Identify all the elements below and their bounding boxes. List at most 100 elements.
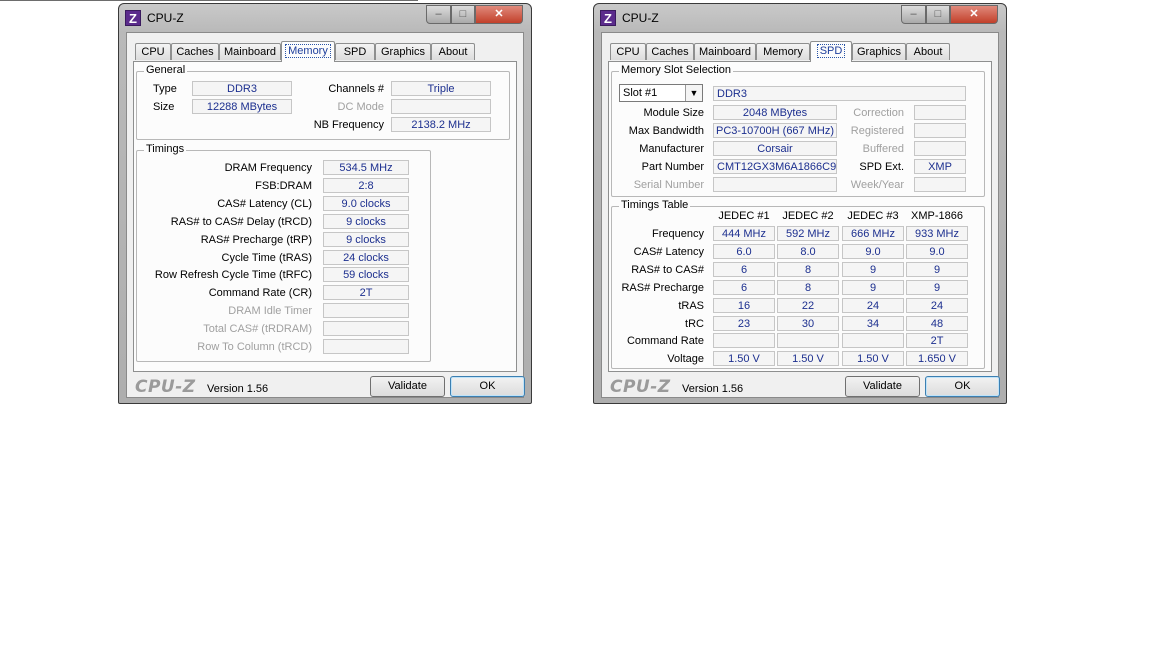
timings-cell: 8	[777, 261, 839, 277]
week-year-label: Week/Year	[850, 179, 904, 191]
buffered-label: Buffered	[862, 143, 904, 155]
tab-graphics[interactable]: Graphics	[852, 43, 906, 60]
timings-cell: 592 MHz	[777, 226, 839, 241]
module-size-value: 2048 MBytes	[713, 105, 837, 120]
slot-dropdown[interactable]: Slot #1 ▼	[619, 84, 703, 102]
title-bar[interactable]: Z CPU-Z – □ ✕	[594, 4, 1006, 32]
tab-memory[interactable]: Memory	[756, 43, 810, 60]
spd-ext-label: SPD Ext.	[859, 161, 904, 173]
timings-column-header: JEDEC #2	[782, 210, 834, 222]
timings-cell: 444 MHz	[713, 226, 775, 241]
timing-value: 9.0 clocks	[323, 195, 409, 211]
timings-cell: 8	[777, 279, 839, 295]
window-client: CPU Caches Mainboard Memory SPD Graphics…	[601, 32, 1000, 398]
ok-button[interactable]: OK	[925, 376, 1000, 397]
timings-row-label: Voltage	[667, 353, 704, 366]
timing-value: 9 clocks	[323, 231, 409, 247]
timings-cell: 1.50 V	[713, 351, 775, 367]
tab-spd[interactable]: SPD	[335, 43, 375, 60]
tab-graphics[interactable]: Graphics	[375, 43, 431, 60]
timings-cell: 1.50 V	[777, 351, 839, 367]
timings-cell: 22	[777, 297, 839, 313]
module-size-label: Module Size	[643, 107, 704, 119]
validate-button[interactable]: Validate	[370, 376, 445, 397]
tab-memory[interactable]: Memory	[281, 41, 335, 62]
tab-mainboard[interactable]: Mainboard	[694, 43, 756, 60]
timing-label: DRAM Frequency	[224, 162, 312, 174]
tab-about[interactable]: About	[431, 43, 475, 60]
cpuz-app-icon: Z	[600, 10, 616, 26]
tab-caches[interactable]: Caches	[646, 43, 694, 60]
nb-frequency-value: 2138.2 MHz	[391, 117, 491, 132]
cpuz-window-spd: Z CPU-Z – □ ✕ CPU Caches Mainboard Memor…	[593, 3, 1007, 404]
correction-label: Correction	[853, 107, 904, 119]
timings-cell: 16	[713, 297, 775, 313]
type-label: Type	[153, 83, 177, 95]
timing-label: Cycle Time (tRAS)	[221, 251, 312, 264]
timing-label: Total CAS# (tRDRAM)	[203, 323, 312, 336]
timing-value	[323, 303, 409, 319]
chevron-down-icon: ▼	[685, 85, 702, 101]
validate-button[interactable]: Validate	[845, 376, 920, 397]
cpuz-logo: CPU-Z	[610, 377, 671, 397]
tab-caches[interactable]: Caches	[171, 43, 219, 60]
timing-label: CAS# Latency (CL)	[217, 197, 312, 210]
part-number-label: Part Number	[641, 161, 704, 173]
max-bandwidth-value: PC3-10700H (667 MHz)	[713, 123, 837, 138]
tab-cpu[interactable]: CPU	[135, 43, 171, 60]
window-title: CPU-Z	[147, 11, 184, 25]
ok-button[interactable]: OK	[450, 376, 525, 397]
dcmode-value	[391, 99, 491, 114]
timings-cell: 933 MHz	[906, 226, 968, 241]
maximize-button[interactable]: □	[926, 5, 950, 24]
minimize-button[interactable]: –	[426, 5, 451, 24]
timing-label: Row To Column (tRCD)	[197, 341, 312, 353]
memory-tab-panel: General Type DDR3 Size 12288 MBytes Chan…	[133, 61, 517, 372]
timing-label: Command Rate (CR)	[208, 287, 312, 300]
timings-cell: 6.0	[713, 243, 775, 259]
manufacturer-value: Corsair	[713, 141, 837, 156]
timings-cell	[777, 333, 839, 349]
timings-table-title: Timings Table	[619, 199, 691, 211]
window-client: CPU Caches Mainboard Memory SPD Graphics…	[126, 32, 525, 398]
title-bar[interactable]: Z CPU-Z – □ ✕	[119, 4, 531, 32]
dcmode-label: DC Mode	[337, 101, 384, 113]
tab-spd[interactable]: SPD	[810, 41, 852, 62]
close-button[interactable]: ✕	[475, 5, 523, 24]
tab-mainboard[interactable]: Mainboard	[219, 43, 281, 60]
timing-value: 9 clocks	[323, 213, 409, 229]
timings-cell: 9	[906, 261, 968, 277]
spd-tab-panel: Memory Slot Selection Slot #1 ▼ DDR3 Mod…	[608, 61, 992, 372]
timings-row-label: Command Rate	[626, 335, 704, 348]
timing-label: DRAM Idle Timer	[228, 305, 312, 318]
timings-cell: 30	[777, 315, 839, 331]
version-text: Version 1.56	[682, 383, 744, 395]
buffered-value	[914, 141, 966, 156]
timings-row-label: Frequency	[652, 228, 704, 240]
timings-row-label: tRAS	[678, 299, 704, 312]
slot-dropdown-value: Slot #1	[623, 87, 658, 99]
close-button[interactable]: ✕	[950, 5, 998, 24]
timings-row-label: tRC	[685, 317, 704, 330]
tab-cpu[interactable]: CPU	[610, 43, 646, 60]
cpuz-logo: CPU-Z	[135, 377, 196, 397]
timings-cell: 9	[906, 279, 968, 295]
minimize-button[interactable]: –	[901, 5, 926, 24]
timings-cell	[713, 333, 775, 349]
timings-cell: 1.650 V	[906, 351, 968, 367]
timings-column-header: XMP-1866	[911, 210, 963, 222]
tab-about[interactable]: About	[906, 43, 950, 60]
timings-cell: 2T	[906, 333, 968, 349]
timings-cell: 48	[906, 315, 968, 331]
screen-top-line	[0, 0, 418, 1]
channels-label: Channels #	[328, 83, 384, 95]
part-number-value: CMT12GX3M6A1866C9	[713, 159, 837, 174]
timings-cell: 666 MHz	[842, 226, 904, 241]
timing-label: Row Refresh Cycle Time (tRFC)	[154, 269, 312, 282]
serial-number-label: Serial Number	[633, 179, 704, 191]
serial-number-value	[713, 177, 837, 192]
maximize-button[interactable]: □	[451, 5, 475, 24]
timings-group: Timings DRAM Frequency 534.5 MHz FSB:DRAM 2…	[136, 143, 431, 362]
slot-selection-title: Memory Slot Selection	[619, 64, 734, 76]
max-bandwidth-label: Max Bandwidth	[628, 125, 704, 137]
